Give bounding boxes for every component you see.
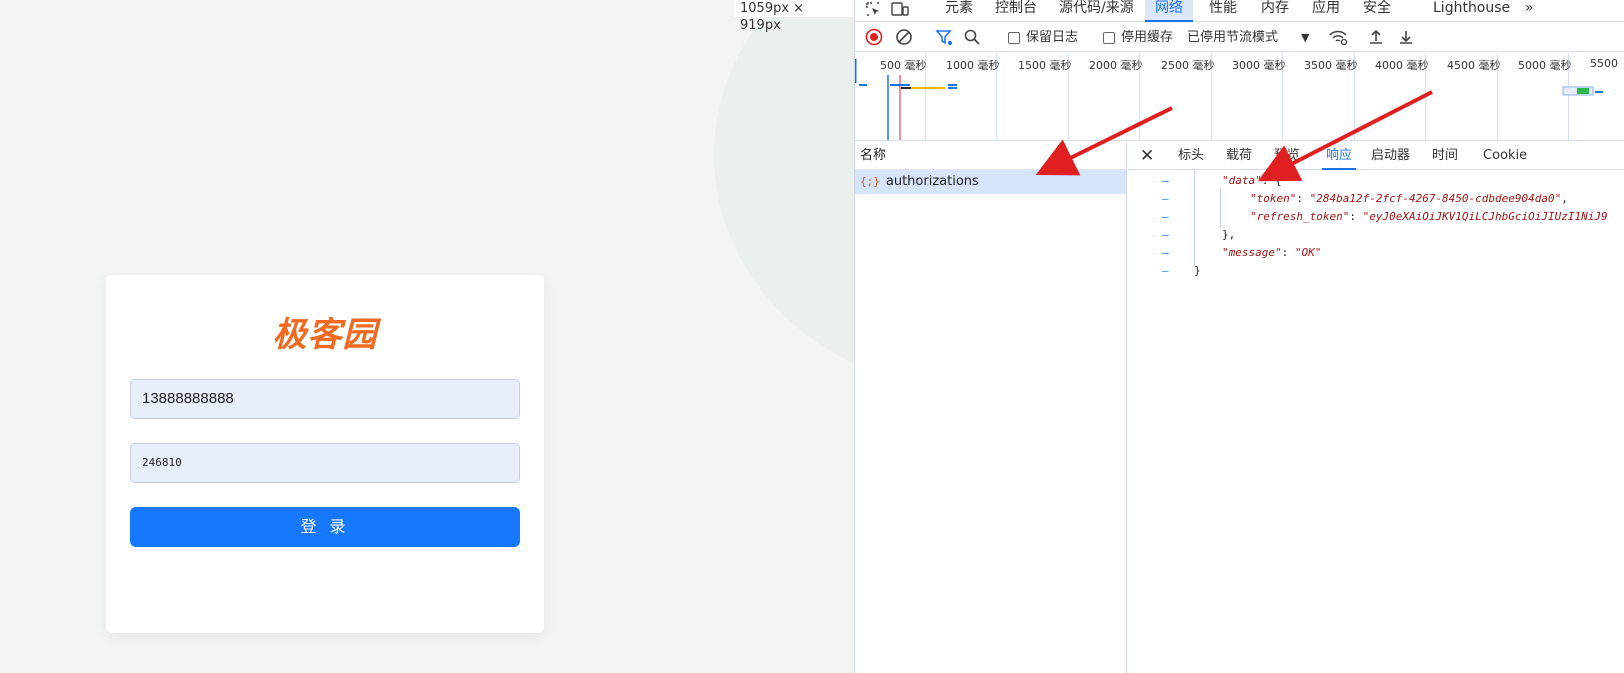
tab-preview[interactable]: 预览 — [1274, 142, 1300, 170]
tab-response[interactable]: 响应 — [1322, 142, 1357, 170]
filter-icon[interactable] — [935, 28, 953, 46]
json-file-icon: {;} — [860, 175, 880, 188]
close-icon[interactable]: ✕ — [1140, 142, 1154, 170]
more-tabs-icon[interactable]: » — [1525, 0, 1534, 22]
line-marker: – — [1162, 192, 1169, 205]
tab-payload[interactable]: 载荷 — [1226, 142, 1252, 170]
tab-application[interactable]: 应用 — [1312, 0, 1340, 22]
tab-memory[interactable]: 内存 — [1261, 0, 1289, 22]
timeline-bars — [855, 59, 1603, 140]
clear-icon[interactable] — [895, 28, 913, 46]
line-marker: – — [1162, 228, 1169, 241]
phone-input[interactable]: 13888888888 — [130, 379, 520, 419]
record-stop-icon[interactable] — [865, 28, 883, 46]
code-line: – "token": "284ba12f-2fcf-4267-8450-cdbd… — [1128, 190, 1624, 208]
json-value: "284ba12f-2fcf-4267-8450-cdbdee904da0" — [1309, 192, 1562, 205]
tab-headers[interactable]: 标头 — [1178, 142, 1204, 170]
page-viewport: 1059px × 919px 极客园 13888888888 246810 登 … — [0, 0, 854, 673]
tab-elements[interactable]: 元素 — [945, 0, 973, 22]
tab-timing[interactable]: 时间 — [1432, 142, 1458, 170]
preserve-log-checkbox[interactable] — [1008, 32, 1020, 44]
code-line: – } — [1128, 262, 1624, 280]
preserve-log-label: 保留日志 — [1026, 30, 1079, 45]
disable-cache-label: 停用缓存 — [1121, 30, 1174, 45]
code-line: – }, — [1128, 226, 1624, 244]
background-shape — [714, 0, 854, 390]
json-key: "token" — [1250, 192, 1297, 205]
line-marker: – — [1162, 246, 1169, 259]
device-toggle-icon[interactable] — [891, 1, 909, 23]
code-input[interactable]: 246810 — [130, 443, 520, 483]
tab-lighthouse[interactable]: Lighthouse — [1433, 0, 1510, 22]
tab-security[interactable]: 安全 — [1363, 0, 1391, 22]
import-har-icon[interactable] — [1367, 28, 1385, 46]
export-har-icon[interactable] — [1397, 28, 1415, 46]
network-toolbar: 保留日志 停用缓存 已停用节流模式 ▼ — [855, 23, 1624, 52]
chevron-down-icon[interactable]: ▼ — [1301, 29, 1309, 47]
code-line: – "message": "OK" — [1128, 244, 1624, 262]
network-timeline[interactable]: 500 毫秒 1000 毫秒 1500 毫秒 2000 毫秒 2500 毫秒 3… — [855, 53, 1624, 141]
logo: 极客园 — [272, 315, 378, 355]
request-name: authorizations — [885, 174, 979, 189]
viewport-size-badge: 1059px × 919px — [734, 0, 854, 33]
line-marker: – — [1162, 210, 1169, 223]
login-card: 极客园 13888888888 246810 登 录 — [106, 275, 544, 633]
json-value: "OK" — [1294, 246, 1322, 259]
tab-initiator[interactable]: 启动器 — [1371, 142, 1410, 170]
line-marker: – — [1162, 174, 1169, 187]
network-conditions-icon[interactable] — [1328, 28, 1348, 46]
json-key: "data" — [1222, 174, 1262, 187]
devtools-tab-bar: 元素 控制台 源代码/来源 网络 性能 内存 应用 安全 Lighthouse … — [855, 0, 1624, 22]
disable-cache-checkbox[interactable] — [1103, 32, 1115, 44]
inspect-icon[interactable] — [865, 1, 881, 23]
json-key: "message" — [1222, 246, 1282, 259]
name-column-header[interactable]: 名称 — [855, 142, 1126, 170]
tab-performance[interactable]: 性能 — [1209, 0, 1237, 22]
request-list-pane: 名称 {;} authorizations — [855, 142, 1127, 673]
login-button[interactable]: 登 录 — [130, 507, 520, 547]
request-detail-pane: ✕ 标头 载荷 预览 响应 启动器 时间 Cookie – "data": { … — [1128, 142, 1624, 673]
tab-sources[interactable]: 源代码/来源 — [1059, 0, 1134, 22]
code-line: – "refresh_token": "eyJ0eXAiOiJKV1QiLCJh… — [1128, 208, 1624, 226]
tab-network[interactable]: 网络 — [1145, 0, 1193, 22]
tab-cookie[interactable]: Cookie — [1483, 142, 1527, 170]
json-key: "refresh_token" — [1250, 210, 1350, 223]
json-value: "eyJ0eXAiOiJKV1QiLCJhbGciOiJIUzI1NiJ9 — [1362, 210, 1608, 223]
search-icon[interactable] — [963, 28, 981, 46]
detail-tab-bar: ✕ 标头 载荷 预览 响应 启动器 时间 Cookie — [1128, 142, 1624, 170]
request-row[interactable]: {;} authorizations — [855, 170, 1126, 194]
throttling-select[interactable]: 已停用节流模式 — [1187, 29, 1278, 47]
line-marker: – — [1162, 264, 1169, 277]
tab-console[interactable]: 控制台 — [995, 0, 1037, 22]
devtools-panel: 元素 控制台 源代码/来源 网络 性能 内存 应用 安全 Lighthouse … — [854, 0, 1624, 673]
code-line: – "data": { — [1128, 172, 1624, 190]
